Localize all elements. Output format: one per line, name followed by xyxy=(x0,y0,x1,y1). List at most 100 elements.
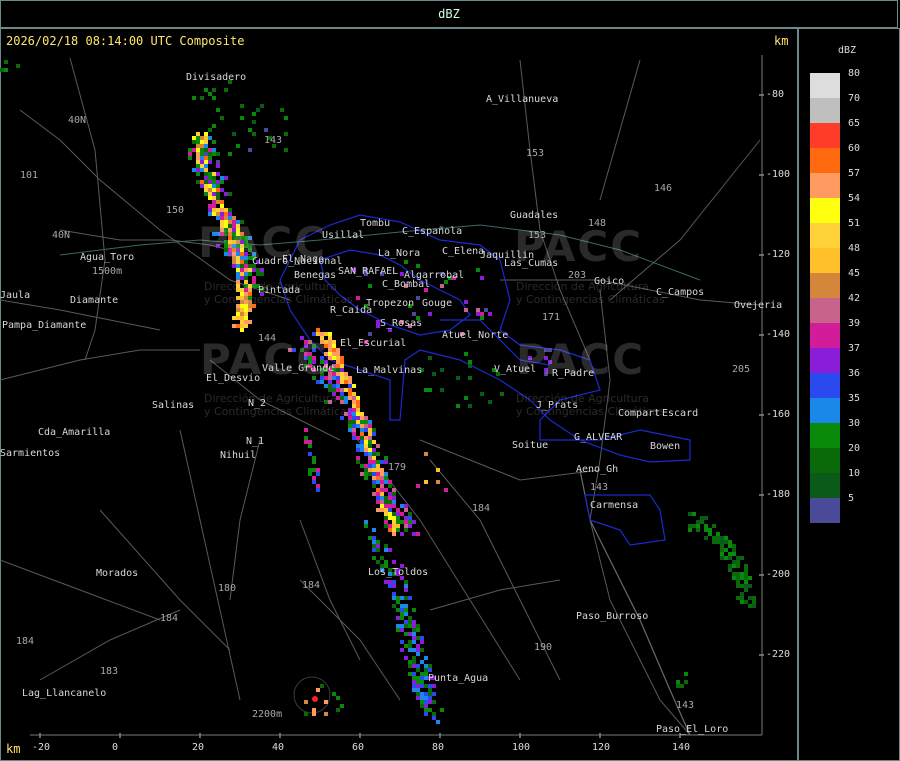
echo-cell xyxy=(728,540,732,544)
echo-cell xyxy=(696,520,700,524)
echo-cell xyxy=(736,584,740,588)
echo-cell xyxy=(204,168,208,172)
legend-swatch xyxy=(810,223,840,248)
place-label: Punta_Agua xyxy=(428,673,489,684)
legend-swatch xyxy=(810,373,840,398)
echo-cell xyxy=(744,568,748,572)
echo-cell xyxy=(424,480,428,484)
echo-cell xyxy=(368,420,372,424)
echo-cell xyxy=(244,312,248,316)
route-label: 153 xyxy=(528,230,547,241)
y-tick-label: -180 xyxy=(766,489,791,500)
echo-cell xyxy=(356,400,360,404)
echo-cell xyxy=(236,308,240,312)
echo-cell xyxy=(692,524,696,528)
echo-cell xyxy=(704,524,708,528)
echo-cell xyxy=(356,448,360,452)
echo-cell xyxy=(456,376,460,380)
echo-cell xyxy=(344,376,348,380)
echo-cell xyxy=(408,520,412,524)
echo-cell xyxy=(404,260,408,264)
echo-cell xyxy=(260,268,264,272)
echo-cell xyxy=(204,148,208,152)
echo-cell xyxy=(372,428,376,432)
echo-cell xyxy=(360,472,364,476)
echo-cell xyxy=(748,604,752,608)
echo-cell xyxy=(364,476,368,480)
echo-cell xyxy=(412,640,416,644)
echo-cell xyxy=(732,576,736,580)
route-label: 144 xyxy=(258,333,277,344)
echo-cell xyxy=(696,528,700,532)
echo-cell xyxy=(728,568,732,572)
echo-cell xyxy=(376,492,380,496)
y-tick-label: -140 xyxy=(766,329,791,340)
echo-cell xyxy=(216,212,220,216)
route-label: 148 xyxy=(588,218,607,229)
radar-map[interactable] xyxy=(0,0,798,761)
echo-cell xyxy=(240,308,244,312)
echo-cell xyxy=(356,436,360,440)
echo-cell xyxy=(372,480,376,484)
place-label: J_Prats xyxy=(536,400,579,411)
echo-cell xyxy=(364,448,368,452)
echo-cell xyxy=(416,668,420,672)
echo-cell xyxy=(244,320,248,324)
echo-cell xyxy=(228,192,232,196)
echo-cell xyxy=(372,440,376,444)
echo-cell xyxy=(372,536,376,540)
echo-cell xyxy=(724,540,728,544)
echo-cell xyxy=(360,444,364,448)
echo-cell xyxy=(700,516,704,520)
echo-cell xyxy=(440,708,444,712)
echo-cell xyxy=(196,132,200,136)
echo-cell xyxy=(392,592,396,596)
route-label: 40N xyxy=(52,230,71,241)
legend-title: dBZ xyxy=(838,45,857,56)
echo-cell xyxy=(376,488,380,492)
echo-cell xyxy=(364,452,368,456)
echo-cell xyxy=(404,632,408,636)
echo-cell xyxy=(232,324,236,328)
echo-cell xyxy=(424,700,428,704)
echo-cell xyxy=(736,580,740,584)
echo-cell xyxy=(332,376,336,380)
echo-cell xyxy=(344,372,348,376)
echo-cell xyxy=(312,476,316,480)
place-label: R_Caida xyxy=(330,305,373,316)
echo-cell xyxy=(308,468,312,472)
echo-cell xyxy=(420,692,424,696)
echo-cell xyxy=(384,524,388,528)
echo-cell xyxy=(372,476,376,480)
echo-cell xyxy=(284,132,288,136)
place-label: El_Desvio xyxy=(206,373,261,384)
echo-cell xyxy=(424,704,428,708)
echo-cell xyxy=(404,608,408,612)
echo-cell xyxy=(192,148,196,152)
legend-level-label: 65 xyxy=(848,118,861,129)
echo-cell xyxy=(468,360,472,364)
echo-cell xyxy=(204,144,208,148)
echo-cell xyxy=(376,508,380,512)
route-label: 184 xyxy=(16,636,35,647)
echo-cell xyxy=(744,600,748,604)
y-tick-label: -200 xyxy=(766,569,791,580)
echo-cell xyxy=(380,484,384,488)
echo-cell xyxy=(208,208,212,212)
echo-cell xyxy=(464,352,468,356)
echo-cell xyxy=(372,492,376,496)
echo-cell xyxy=(364,428,368,432)
echo-cell xyxy=(368,440,372,444)
echo-cell xyxy=(252,268,256,272)
echo-cell xyxy=(404,604,408,608)
echo-cell xyxy=(364,524,368,528)
echo-cell xyxy=(408,660,412,664)
echo-cell xyxy=(372,544,376,548)
echo-cell xyxy=(404,504,408,508)
echo-cell xyxy=(376,452,380,456)
echo-cell xyxy=(416,680,420,684)
echo-cell xyxy=(476,268,480,272)
place-label: Morados xyxy=(96,568,139,579)
echo-cell xyxy=(412,648,416,652)
echo-cell xyxy=(320,684,324,688)
